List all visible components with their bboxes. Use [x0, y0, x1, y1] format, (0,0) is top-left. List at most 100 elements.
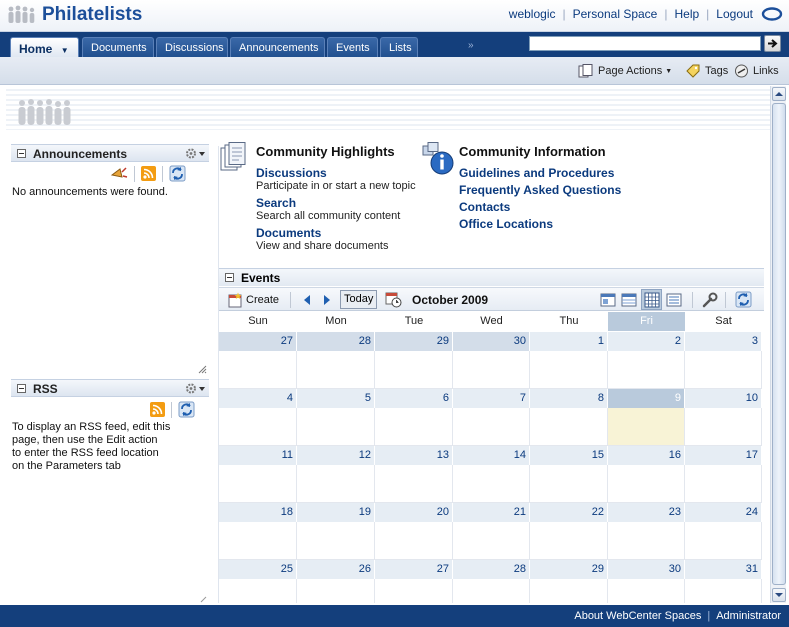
administrator-link[interactable]: Administrator [716, 610, 781, 622]
page-actions-menu[interactable]: Page Actions ▼ [578, 64, 672, 78]
tab-home[interactable]: Home ▼ [10, 37, 79, 57]
calendar-day-number[interactable]: 11 [219, 446, 297, 465]
calendar-day-cell[interactable] [685, 579, 762, 603]
calendar-day-cell[interactable] [375, 408, 453, 446]
calendar-day-cell[interactable] [375, 465, 453, 503]
calendar-day-number[interactable]: 4 [219, 389, 297, 408]
search-input[interactable] [529, 36, 761, 51]
chevron-down-icon[interactable]: ▼ [61, 46, 69, 55]
collapse-icon[interactable] [225, 273, 234, 282]
calendar-day-cell[interactable] [219, 579, 297, 603]
wrench-icon[interactable] [702, 292, 718, 308]
list-view-icon[interactable] [666, 292, 682, 308]
calendar-day-number[interactable]: 14 [453, 446, 530, 465]
calendar-day-cell[interactable] [453, 351, 530, 389]
calendar-day-number[interactable]: 5 [297, 389, 375, 408]
calendar-day-number[interactable]: 27 [375, 560, 453, 579]
calendar-day-cell[interactable] [297, 351, 375, 389]
calendar-day-number[interactable]: 22 [530, 503, 608, 522]
week-view-icon[interactable] [621, 292, 637, 308]
tab-discussions[interactable]: Discussions [156, 37, 228, 57]
calendar-day-number[interactable]: 28 [453, 560, 530, 579]
calendar-day-number[interactable]: 31 [685, 560, 762, 579]
calendar-day-number[interactable]: 8 [530, 389, 608, 408]
search-go-button[interactable] [764, 35, 781, 52]
calendar-day-number[interactable]: 12 [297, 446, 375, 465]
calendar-day-cell[interactable] [219, 522, 297, 560]
calendar-day-number[interactable]: 24 [685, 503, 762, 522]
calendar-day-cell[interactable] [530, 351, 608, 389]
calendar-day-cell[interactable] [608, 579, 685, 603]
calendar-day-cell[interactable] [685, 351, 762, 389]
calendar-day-cell[interactable] [608, 465, 685, 503]
calendar-day-number[interactable]: 18 [219, 503, 297, 522]
calendar-day-number[interactable]: 29 [375, 332, 453, 351]
tab-lists[interactable]: Lists [380, 37, 418, 57]
calendar-day-cell[interactable] [453, 465, 530, 503]
calendar-day-cell[interactable] [530, 522, 608, 560]
calendar-day-number[interactable]: 6 [375, 389, 453, 408]
tags-button[interactable]: Tags [686, 64, 728, 78]
calendar-day-number[interactable]: 1 [530, 332, 608, 351]
calendar-day-cell[interactable] [453, 408, 530, 446]
vertical-scrollbar[interactable] [770, 86, 786, 603]
calendar-day-cell[interactable] [375, 579, 453, 603]
calendar-day-number[interactable]: 2 [608, 332, 685, 351]
previous-icon[interactable] [302, 294, 312, 306]
tab-documents[interactable]: Documents [82, 37, 154, 57]
go-to-date-icon[interactable] [385, 291, 402, 308]
scroll-down-button[interactable] [772, 588, 786, 602]
calendar-day-cell[interactable] [453, 579, 530, 603]
calendar-day-cell[interactable] [375, 351, 453, 389]
calendar-day-cell[interactable] [685, 465, 762, 503]
calendar-day-cell[interactable] [530, 465, 608, 503]
calendar-day-number[interactable]: 29 [530, 560, 608, 579]
calendar-day-number[interactable]: 19 [297, 503, 375, 522]
calendar-day-number[interactable]: 23 [608, 503, 685, 522]
calendar-day-cell[interactable] [530, 579, 608, 603]
calendar-day-number[interactable]: 16 [608, 446, 685, 465]
help-link[interactable]: Help [674, 7, 699, 21]
calendar-day-number[interactable]: 20 [375, 503, 453, 522]
calendar-day-number[interactable]: 10 [685, 389, 762, 408]
calendar-day-number[interactable]: 13 [375, 446, 453, 465]
calendar-day-cell[interactable] [297, 522, 375, 560]
tab-events[interactable]: Events [327, 37, 378, 57]
month-view-button[interactable] [641, 289, 662, 310]
about-link[interactable]: About WebCenter Spaces [574, 610, 701, 622]
personal-space-link[interactable]: Personal Space [573, 7, 658, 21]
calendar-day-cell[interactable] [685, 522, 762, 560]
tab-announcements[interactable]: Announcements [230, 37, 325, 57]
calendar-day-number[interactable]: 21 [453, 503, 530, 522]
create-event-button[interactable]: Create [227, 291, 279, 309]
calendar-day-cell[interactable] [297, 579, 375, 603]
calendar-day-cell[interactable] [608, 408, 685, 446]
calendar-day-cell[interactable] [608, 351, 685, 389]
calendar-day-cell[interactable] [219, 351, 297, 389]
calendar-day-number[interactable]: 26 [297, 560, 375, 579]
calendar-day-number[interactable]: 30 [608, 560, 685, 579]
calendar-day-cell[interactable] [297, 465, 375, 503]
calendar-day-number[interactable]: 30 [453, 332, 530, 351]
logout-link[interactable]: Logout [716, 7, 753, 21]
refresh-icon[interactable] [735, 291, 752, 308]
calendar-day-cell[interactable] [453, 522, 530, 560]
calendar-day-cell[interactable] [375, 522, 453, 560]
calendar-day-cell[interactable] [608, 522, 685, 560]
calendar-day-cell[interactable] [219, 408, 297, 446]
next-icon[interactable] [322, 294, 332, 306]
calendar-day-number[interactable]: 15 [530, 446, 608, 465]
calendar-day-cell[interactable] [530, 408, 608, 446]
calendar-day-cell[interactable] [219, 465, 297, 503]
tab-overflow-icon[interactable]: » [468, 40, 474, 51]
calendar-day-number[interactable]: 27 [219, 332, 297, 351]
calendar-day-cell[interactable] [685, 408, 762, 446]
calendar-day-number[interactable]: 17 [685, 446, 762, 465]
scroll-up-button[interactable] [772, 87, 786, 101]
calendar-day-number[interactable]: 7 [453, 389, 530, 408]
day-view-icon[interactable] [600, 292, 616, 308]
calendar-day-number[interactable]: 28 [297, 332, 375, 351]
links-button[interactable]: Links [734, 64, 779, 78]
app-title[interactable]: Philatelists [42, 4, 142, 26]
today-button[interactable]: Today [340, 290, 378, 309]
